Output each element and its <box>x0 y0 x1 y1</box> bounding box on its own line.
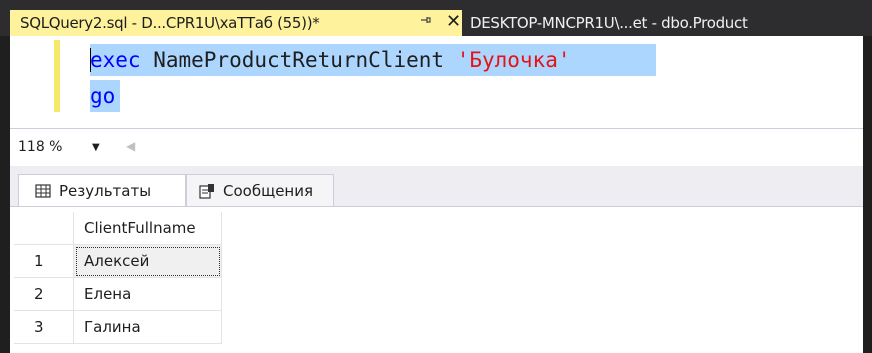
messages-icon <box>199 183 215 199</box>
column-header-clientfullname[interactable]: ClientFullname <box>74 212 222 245</box>
code-line-1[interactable]: exec NameProductReturnClient 'Булочка' <box>90 44 570 76</box>
tab-title: DESKTOP-MNCPR1U\...et - dbo.Product <box>470 14 748 32</box>
grid-cell[interactable]: Галина <box>74 311 222 344</box>
tab-dbo-product[interactable]: DESKTOP-MNCPR1U\...et - dbo.Product <box>462 10 842 36</box>
tab-title: SQLQuery2.sql - D...CPR1U\хаТТаб (55))* <box>20 14 320 32</box>
scroll-left-icon[interactable]: ◀ <box>126 139 135 153</box>
row-number[interactable]: 3 <box>14 311 74 344</box>
grid-cell[interactable]: Елена <box>74 278 222 311</box>
pin-icon[interactable] <box>420 14 432 30</box>
tab-results[interactable]: Результаты <box>18 174 186 206</box>
string-literal: 'Булочка' <box>456 48 571 72</box>
close-icon[interactable]: ✕ <box>446 11 461 33</box>
tab-messages[interactable]: Сообщения <box>186 174 334 206</box>
document-tab-strip: SQLQuery2.sql - D...CPR1U\хаТТаб (55))* … <box>0 0 872 36</box>
zoom-value: 118 % <box>18 139 63 155</box>
grid-header-row: ClientFullname <box>14 212 222 245</box>
tab-messages-label: Сообщения <box>223 181 314 200</box>
zoom-dropdown[interactable]: 118 % ▼ <box>12 136 120 158</box>
text-cursor <box>90 48 91 72</box>
results-panel: Результаты Сообщения ClientFullname 1 Ал… <box>10 166 863 353</box>
keyword-go: go <box>90 84 116 108</box>
keyword-exec: exec <box>90 48 141 72</box>
results-tab-strip: Результаты Сообщения <box>10 166 863 207</box>
tab-results-label: Результаты <box>59 181 152 200</box>
query-editor[interactable]: exec NameProductReturnClient 'Булочка' g… <box>10 36 863 128</box>
row-number-header[interactable] <box>14 212 74 245</box>
grid-icon <box>35 183 51 198</box>
tab-sqlquery2[interactable]: SQLQuery2.sql - D...CPR1U\хаТТаб (55))* … <box>10 10 462 36</box>
table-row: 3 Галина <box>14 311 222 344</box>
row-number[interactable]: 2 <box>14 278 74 311</box>
table-row: 2 Елена <box>14 278 222 311</box>
table-row: 1 Алексей <box>14 245 222 278</box>
procedure-name: NameProductReturnClient <box>153 48 445 72</box>
grid-cell[interactable]: Алексей <box>74 245 222 278</box>
results-grid[interactable]: ClientFullname 1 Алексей 2 Елена 3 Галин… <box>14 212 222 344</box>
code-line-2[interactable]: go <box>90 80 115 112</box>
chevron-down-icon[interactable]: ▼ <box>92 142 100 153</box>
editor-status-strip: 118 % ▼ ◀ <box>10 128 863 166</box>
change-indicator-bar <box>54 40 60 112</box>
row-number[interactable]: 1 <box>14 245 74 278</box>
